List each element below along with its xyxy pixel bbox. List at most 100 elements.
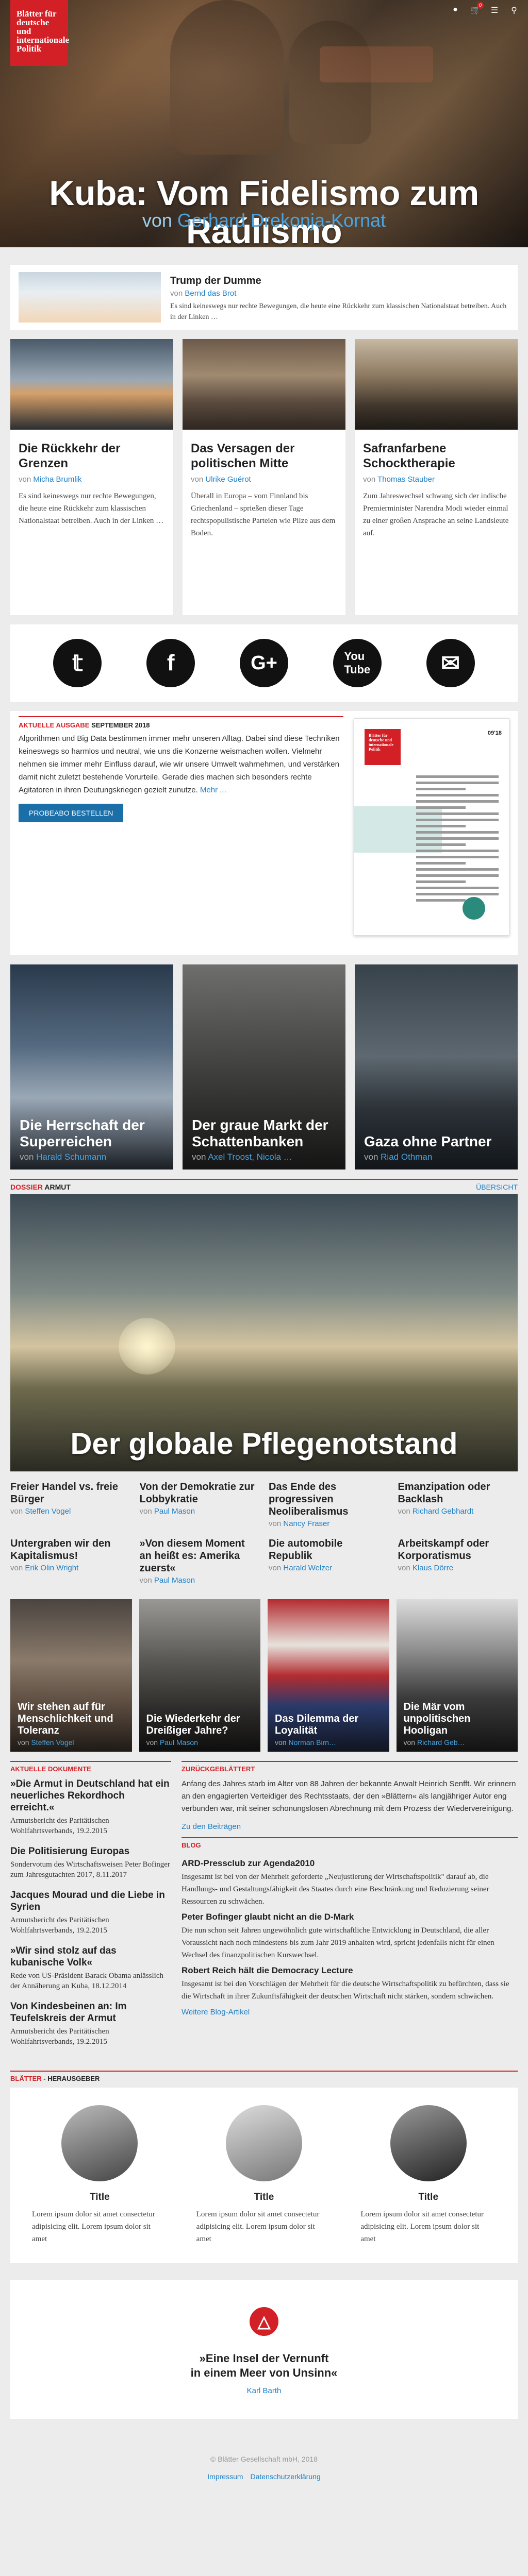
article-card[interactable]: Das Versagen der politischen Mitte von U… bbox=[183, 339, 345, 615]
menu-icon[interactable]: ☰ bbox=[490, 5, 499, 15]
dossier-image-card[interactable]: Die Mär vom unpolitischen Hooligan von Ri… bbox=[396, 1599, 518, 1752]
dossier-image-title[interactable]: Das Dilemma der Loyalität bbox=[275, 1713, 385, 1737]
article-title[interactable]: Die Rückkehr der Grenzen bbox=[19, 441, 165, 471]
dossier-item[interactable]: Von der Demokratie zur Lobbykratie von Pa… bbox=[140, 1481, 260, 1528]
dossier-item[interactable]: Untergraben wir den Kapitalismus! von Eri… bbox=[10, 1537, 130, 1585]
blog-item[interactable]: Peter Bofinger glaubt nicht an die D-Mar… bbox=[182, 1912, 518, 1961]
site-logo[interactable]: Blätter für deutsche und internationale … bbox=[10, 0, 69, 66]
featured-article[interactable]: Trump der Dumme von Bernd das Brot Es si… bbox=[10, 265, 518, 330]
document-item[interactable]: Jacques Mourad und die Liebe in Syrien Ar… bbox=[10, 1889, 171, 1936]
dossier-item-title[interactable]: Das Ende des progressiven Neoliberalismu… bbox=[269, 1481, 389, 1518]
dossier-item-author[interactable]: Paul Mason bbox=[154, 1507, 195, 1516]
article-author-link[interactable]: Ulrike Guérot bbox=[205, 475, 251, 484]
document-title[interactable]: Die Politisierung Europas bbox=[10, 1845, 171, 1857]
issue-cover[interactable]: Blätter für deutsche und internationale … bbox=[354, 718, 509, 936]
dossier-overview-link[interactable]: ÜBERSICHT bbox=[476, 1183, 518, 1191]
privacy-link[interactable]: Datenschutzerklärung bbox=[251, 2472, 321, 2481]
image-article-author-link[interactable]: Harald Schumann bbox=[36, 1152, 106, 1162]
dossier-item[interactable]: »Von diesem Moment an heißt es: Amerika … bbox=[140, 1537, 260, 1585]
blog-title[interactable]: ARD-Pressclub zur Agenda2010 bbox=[182, 1858, 518, 1869]
document-title[interactable]: »Die Armut in Deutschland hat ein neuerl… bbox=[10, 1778, 171, 1814]
image-article-card[interactable]: Die Herrschaft der Superreichen von Hara… bbox=[10, 964, 173, 1170]
dossier-image-title[interactable]: Die Wiederkehr der Dreißiger Jahre? bbox=[146, 1713, 257, 1737]
twitter-icon[interactable]: 𝕥 bbox=[53, 639, 102, 687]
featured-title[interactable]: Trump der Dumme bbox=[170, 275, 509, 287]
dossier-item-title[interactable]: Freier Handel vs. freie Bürger bbox=[10, 1481, 130, 1505]
article-title[interactable]: Safranfarbene Schocktherapie bbox=[363, 441, 509, 471]
dossier-image-author[interactable]: Norman Birn… bbox=[288, 1738, 336, 1747]
article-author-link[interactable]: Thomas Stauber bbox=[377, 475, 435, 484]
publisher-card[interactable]: Title Lorem ipsum dolor sit amet consecte… bbox=[350, 2105, 506, 2245]
dossier-item-author[interactable]: Richard Gebhardt bbox=[412, 1507, 473, 1516]
dossier-item-title[interactable]: Von der Demokratie zur Lobbykratie bbox=[140, 1481, 260, 1505]
document-item[interactable]: Die Politisierung Europas Sondervotum des… bbox=[10, 1845, 171, 1880]
document-title[interactable]: Von Kindesbeinen an: Im Teufelskreis der… bbox=[10, 2001, 171, 2024]
article-card[interactable]: Die Rückkehr der Grenzen von Micha Bruml… bbox=[10, 339, 173, 615]
blog-title[interactable]: Peter Bofinger glaubt nicht an die D-Mar… bbox=[182, 1912, 518, 1922]
blog-item[interactable]: Robert Reich hält die Democracy Lecture I… bbox=[182, 1965, 518, 2003]
google-plus-icon[interactable]: G+ bbox=[239, 639, 288, 687]
article-card[interactable]: Safranfarbene Schocktherapie von Thomas … bbox=[355, 339, 518, 615]
dossier-item-title[interactable]: Arbeitskampf oder Korporatismus bbox=[398, 1537, 518, 1562]
dossier-item[interactable]: Die automobile Republik von Harald Welzer bbox=[269, 1537, 389, 1585]
facebook-icon[interactable]: f bbox=[146, 639, 195, 687]
dossier-item-author[interactable]: Paul Mason bbox=[154, 1576, 195, 1585]
blog-title[interactable]: Robert Reich hält die Democracy Lecture bbox=[182, 1965, 518, 1976]
dossier-title[interactable]: Der globale Pflegenotstand bbox=[10, 1427, 518, 1461]
image-article-author-link[interactable]: Axel Troost, Nicola … bbox=[208, 1152, 292, 1162]
document-title[interactable]: Jacques Mourad und die Liebe in Syrien bbox=[10, 1889, 171, 1913]
dossier-item-author[interactable]: Klaus Dörre bbox=[412, 1564, 453, 1572]
blog-item[interactable]: ARD-Pressclub zur Agenda2010 Insgesamt is… bbox=[182, 1858, 518, 1908]
search-icon[interactable]: ⚲ bbox=[509, 5, 519, 15]
youtube-icon[interactable]: You Tube bbox=[333, 639, 382, 687]
dossier-image-title[interactable]: Die Mär vom unpolitischen Hooligan bbox=[404, 1701, 514, 1737]
dossier-item-author[interactable]: Harald Welzer bbox=[283, 1564, 332, 1572]
dossier-item[interactable]: Arbeitskampf oder Korporatismus von Klaus… bbox=[398, 1537, 518, 1585]
publisher-card[interactable]: Title Lorem ipsum dolor sit amet consecte… bbox=[186, 2105, 342, 2245]
document-title[interactable]: »Wir sind stolz auf das kubanische Volk« bbox=[10, 1945, 171, 1969]
retro-link[interactable]: Zu den Beiträgen bbox=[182, 1822, 518, 1831]
image-article-title[interactable]: Der graue Markt der Schattenbanken bbox=[192, 1117, 340, 1150]
featured-author-link[interactable]: Bernd das Brot bbox=[185, 289, 236, 298]
dossier-image-card[interactable]: Die Wiederkehr der Dreißiger Jahre? von P… bbox=[139, 1599, 260, 1752]
trial-subscription-button[interactable]: PROBEABO BESTELLEN bbox=[19, 804, 124, 822]
image-article-title[interactable]: Die Herrschaft der Superreichen bbox=[20, 1117, 168, 1150]
dossier-image-card[interactable]: Das Dilemma der Loyalität von Norman Birn… bbox=[268, 1599, 389, 1752]
dossier-item-author[interactable]: Nancy Fraser bbox=[283, 1519, 329, 1528]
mail-icon[interactable]: ✉ bbox=[426, 639, 475, 687]
document-item[interactable]: »Die Armut in Deutschland hat ein neuerl… bbox=[10, 1778, 171, 1836]
image-article-title[interactable]: Gaza ohne Partner bbox=[364, 1133, 513, 1150]
image-article-card[interactable]: Gaza ohne Partner von Riad Othman bbox=[355, 964, 518, 1170]
dossier-item[interactable]: Emanzipation oder Backlash von Richard Ge… bbox=[398, 1481, 518, 1528]
dossier-main-image[interactable]: Der globale Pflegenotstand bbox=[10, 1194, 518, 1471]
publisher-card[interactable]: Title Lorem ipsum dolor sit amet consecte… bbox=[22, 2105, 178, 2245]
dossier-item[interactable]: Das Ende des progressiven Neoliberalismu… bbox=[269, 1481, 389, 1528]
document-item[interactable]: »Wir sind stolz auf das kubanische Volk«… bbox=[10, 1945, 171, 1991]
publisher-title[interactable]: Title bbox=[350, 2192, 506, 2203]
dossier-item-title[interactable]: Die automobile Republik bbox=[269, 1537, 389, 1562]
more-blog-link[interactable]: Weitere Blog-Artikel bbox=[182, 2008, 518, 2016]
image-article-card[interactable]: Der graue Markt der Schattenbanken von A… bbox=[183, 964, 345, 1170]
article-author-link[interactable]: Micha Brumlik bbox=[33, 475, 81, 484]
article-title[interactable]: Das Versagen der politischen Mitte bbox=[191, 441, 337, 471]
dossier-item-title[interactable]: Emanzipation oder Backlash bbox=[398, 1481, 518, 1505]
dossier-image-card[interactable]: Wir stehen auf für Menschlichkeit und To… bbox=[10, 1599, 132, 1752]
dossier-item-title[interactable]: »Von diesem Moment an heißt es: Amerika … bbox=[140, 1537, 260, 1574]
dossier-image-author[interactable]: Richard Geb… bbox=[417, 1738, 465, 1747]
image-article-author-link[interactable]: Riad Othman bbox=[381, 1152, 432, 1162]
dossier-item[interactable]: Freier Handel vs. freie Bürger von Steffe… bbox=[10, 1481, 130, 1528]
dossier-image-author[interactable]: Steffen Vogel bbox=[31, 1738, 74, 1747]
hero-author-link[interactable]: Gerhard Drekonja-Kornat bbox=[177, 210, 386, 231]
dossier-image-author[interactable]: Paul Mason bbox=[160, 1738, 198, 1747]
imprint-link[interactable]: Impressum bbox=[207, 2472, 243, 2481]
publisher-title[interactable]: Title bbox=[22, 2192, 178, 2203]
dossier-item-title[interactable]: Untergraben wir den Kapitalismus! bbox=[10, 1537, 130, 1562]
issue-more-link[interactable]: Mehr ... bbox=[200, 786, 226, 794]
user-icon[interactable]: ● bbox=[451, 5, 460, 15]
publisher-title[interactable]: Title bbox=[186, 2192, 342, 2203]
dossier-image-title[interactable]: Wir stehen auf für Menschlichkeit und To… bbox=[18, 1701, 128, 1737]
dossier-item-author[interactable]: Steffen Vogel bbox=[25, 1507, 71, 1516]
cart-icon[interactable]: 🛒 0 bbox=[470, 2, 484, 15]
dossier-item-author[interactable]: Erik Olin Wright bbox=[25, 1564, 78, 1572]
document-item[interactable]: Von Kindesbeinen an: Im Teufelskreis der… bbox=[10, 2001, 171, 2047]
